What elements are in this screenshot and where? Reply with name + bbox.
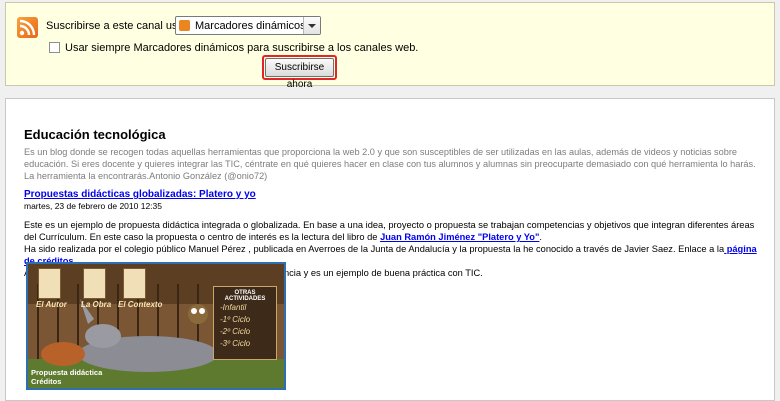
post-paragraph-1: Este es un ejemplo de propuesta didáctic… <box>24 220 755 242</box>
activities-panel[interactable]: OTRAS ACTIVIDADES -Infantil -1º Ciclo -2… <box>213 286 277 360</box>
activity-ciclo-3[interactable]: -3º Ciclo <box>220 338 276 350</box>
feed-reader-selected: Marcadores dinámicos <box>195 20 306 32</box>
subscribe-now-button[interactable]: Suscribirse ahora <box>265 58 334 90</box>
card-label-author: El Autor <box>36 300 67 309</box>
always-use-checkbox[interactable] <box>49 42 60 53</box>
activity-ciclo-2[interactable]: -2º Ciclo <box>220 326 276 338</box>
card-label-context: El Contexto <box>118 300 163 309</box>
book-card-icon[interactable] <box>83 268 106 299</box>
chevron-down-icon[interactable] <box>303 17 320 34</box>
post-date: martes, 23 de febrero de 2010 12:35 <box>24 201 162 211</box>
context-card-icon[interactable] <box>123 268 146 299</box>
post-title-link[interactable]: Propuestas didácticas globalizadas: Plat… <box>24 189 256 200</box>
feed-title: Educación tecnológica <box>24 127 166 142</box>
live-bookmarks-icon <box>179 20 190 31</box>
post-image[interactable]: El Autor La Obra El Contexto OTRAS ACTIV… <box>26 262 286 390</box>
author-card-icon[interactable] <box>38 268 61 299</box>
feed-reader-select[interactable]: Marcadores dinámicos <box>175 16 321 35</box>
feed-content: Educación tecnológica Es un blog donde s… <box>5 98 775 401</box>
author-link[interactable]: Juan Ramón Jiménez "Platero y Yo" <box>380 232 539 242</box>
activity-infantil[interactable]: -Infantil <box>220 302 276 314</box>
card-label-work: La Obra <box>81 300 112 309</box>
activity-ciclo-1[interactable]: -1º Ciclo <box>220 314 276 326</box>
image-caption: Propuesta didáctica Créditos <box>31 368 103 386</box>
subscribe-button-focus-ring: Suscribirse ahora <box>262 55 337 90</box>
feed-description: Es un blog donde se recogen todas aquell… <box>24 147 756 181</box>
activities-title: OTRAS ACTIVIDADES <box>224 290 266 302</box>
rss-feed-icon <box>17 17 38 38</box>
subscribe-panel: Suscribirse a este canal usando Marcador… <box>5 2 775 90</box>
always-use-label: Usar siempre Marcadores dinámicos para s… <box>65 42 419 54</box>
